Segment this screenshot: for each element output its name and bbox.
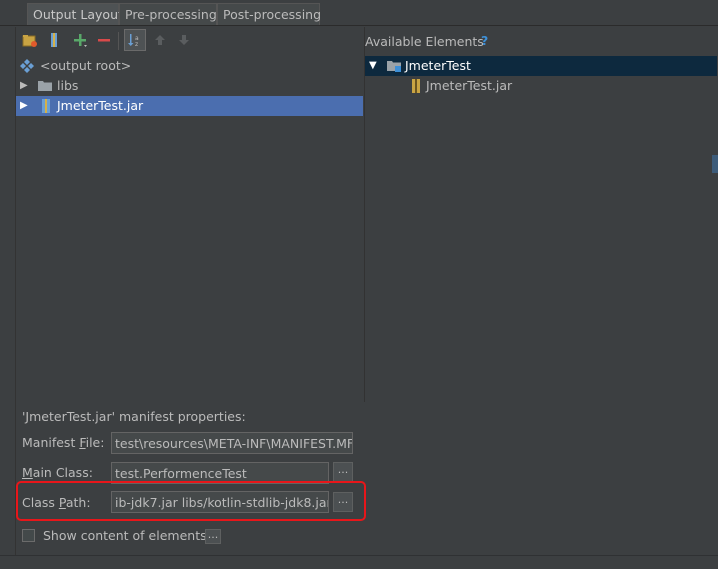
jar-icon [40, 99, 54, 113]
tab-output-layout[interactable]: Output Layout [27, 3, 123, 25]
layout-toolbar: a z [16, 27, 364, 55]
expand-arrow-icon[interactable]: ▶ [20, 76, 28, 96]
svg-text:z: z [135, 41, 138, 48]
tab-bar: Output Layout Pre-processing Post-proces… [0, 0, 718, 26]
expand-arrow-icon[interactable]: ▼ [369, 56, 377, 76]
available-elements-panel: Available Elements ? ▼ JmeterTest Jmeter… [364, 27, 718, 556]
remove-icon[interactable] [94, 30, 114, 50]
available-item-jar[interactable]: JmeterTest.jar [365, 76, 717, 96]
class-path-label: Class Path: [22, 495, 91, 510]
manifest-file-field[interactable]: test\resources\META-INF\MANIFEST.MF [111, 432, 353, 454]
tab-post-processing[interactable]: Post-processing [217, 3, 321, 25]
manifest-title: 'JmeterTest.jar' manifest properties: [22, 409, 246, 424]
folder-icon [38, 79, 52, 93]
output-root-icon [20, 59, 34, 73]
module-folder-icon [387, 59, 401, 73]
tree-item-output-root[interactable]: <output root> [16, 56, 363, 76]
available-item-label: JmeterTest [405, 58, 471, 73]
main-class-label: Main Class: [22, 465, 93, 480]
available-item-label: JmeterTest.jar [426, 78, 513, 93]
class-path-field[interactable]: ib-jdk7.jar libs/kotlin-stdlib-jdk8.jar [111, 491, 329, 513]
tree-item-jar[interactable]: ▶ JmeterTest.jar [16, 96, 363, 116]
manifest-file-label: Manifest File: [22, 435, 105, 450]
tab-pre-processing[interactable]: Pre-processing [119, 3, 217, 25]
new-archive-icon[interactable] [20, 30, 40, 50]
available-item-module[interactable]: ▼ JmeterTest [365, 56, 717, 76]
sort-icon[interactable]: a z [124, 29, 146, 51]
help-icon[interactable]: ? [481, 33, 488, 48]
tree-item-label: libs [57, 78, 79, 93]
main-class-browse-button[interactable]: ... [333, 462, 353, 482]
show-content-options-button[interactable]: ... [205, 529, 221, 544]
tree-item-libs[interactable]: ▶ libs [16, 76, 363, 96]
left-gutter [0, 27, 16, 555]
show-content-checkbox[interactable] [22, 529, 35, 542]
class-path-browse-button[interactable]: ... [333, 492, 353, 512]
move-down-icon[interactable] [174, 30, 194, 50]
add-icon[interactable] [70, 30, 90, 50]
scrollbar-thumb[interactable] [712, 155, 718, 173]
move-up-icon[interactable] [150, 30, 170, 50]
show-content-label: Show content of elements [43, 528, 207, 543]
available-elements-tree: ▼ JmeterTest JmeterTest.jar [365, 56, 717, 556]
tree-item-label: JmeterTest.jar [57, 98, 144, 113]
output-layout-panel: a z <output root> ▶ libs ▶ JmeterTest.ja… [16, 27, 365, 402]
jar-icon [410, 79, 424, 93]
manifest-properties-panel: 'JmeterTest.jar' manifest properties: Ma… [16, 402, 366, 555]
expand-arrow-icon[interactable]: ▶ [20, 96, 28, 116]
jar-icon[interactable] [44, 30, 64, 50]
available-elements-title: Available Elements [365, 34, 484, 49]
tree-item-label: <output root> [40, 58, 132, 73]
bottom-strip [0, 555, 718, 569]
